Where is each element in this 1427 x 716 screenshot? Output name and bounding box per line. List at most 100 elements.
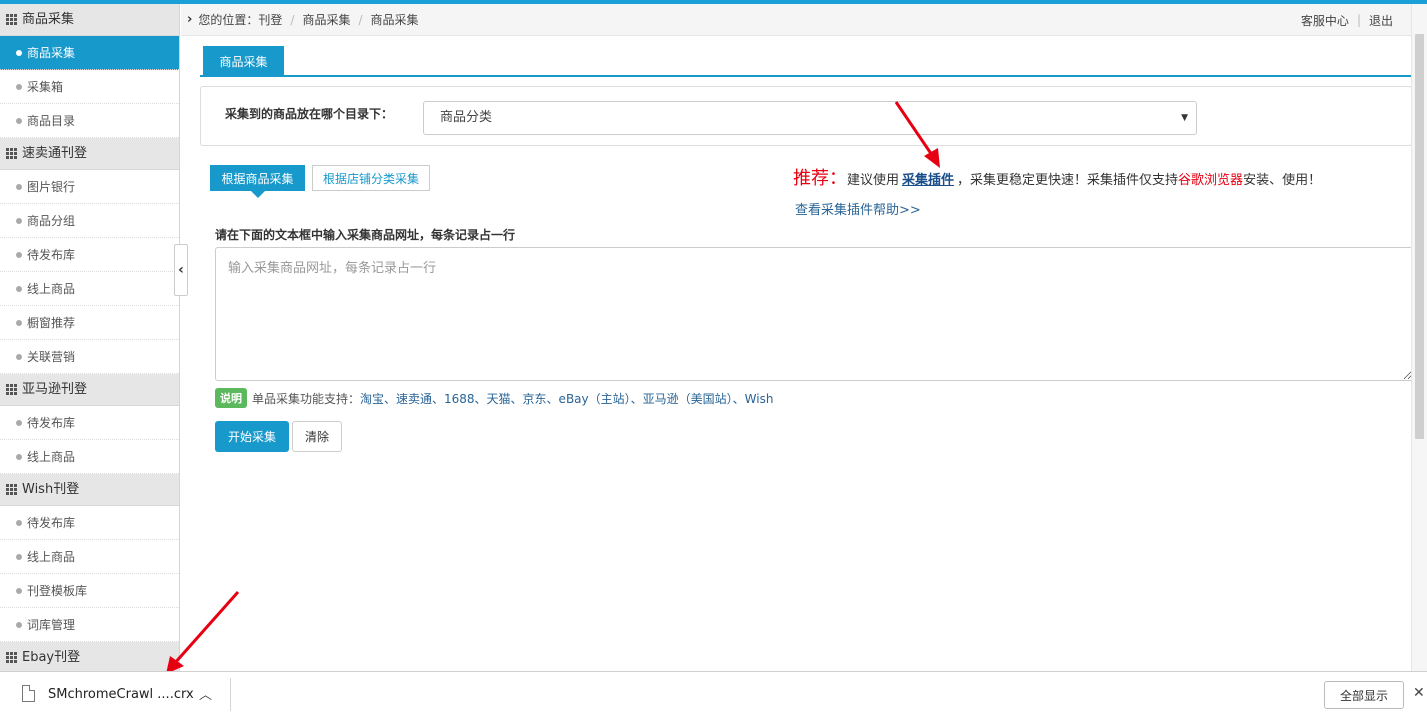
grid-icon: [6, 652, 17, 663]
start-collect-button[interactable]: 开始采集: [215, 421, 289, 452]
sidebar-item-label: 关联营销: [27, 349, 76, 364]
download-divider: [230, 678, 231, 711]
url-textarea[interactable]: [215, 247, 1413, 381]
bullet-icon: [16, 83, 22, 90]
sidebar-item-product-group[interactable]: 商品分组: [0, 204, 179, 238]
sidebar-item-collect-box[interactable]: 采集箱: [0, 70, 179, 104]
sidebar-group-amazon[interactable]: 亚马逊刊登: [0, 374, 179, 406]
sidebar-item-label: 词库管理: [27, 617, 76, 632]
scrollbar-thumb[interactable]: [1415, 34, 1424, 439]
sidebar-item-label: 线上商品: [27, 549, 76, 564]
bullet-icon: [16, 285, 22, 292]
sidebar-item-label: 采集箱: [27, 79, 64, 94]
chevron-left-icon: ‹: [178, 262, 184, 278]
plugin-help-link[interactable]: 查看采集插件帮助>>: [795, 199, 921, 218]
tab-strip: 商品采集: [200, 46, 1412, 77]
recommend-title: 推荐：: [793, 168, 847, 189]
file-icon: [22, 685, 35, 702]
sidebar-item-label: 待发布库: [27, 415, 76, 430]
sidebar-item-related-marketing[interactable]: 关联营销: [0, 340, 179, 374]
breadcrumb-item-collect[interactable]: 商品采集: [302, 11, 350, 28]
sidebar-group-aliexpress[interactable]: 速卖通刊登: [0, 138, 179, 170]
note-row: 说明 单品采集功能支持： 淘宝、速卖通、1688、天猫、京东、eBay（主站）、…: [215, 388, 773, 408]
sidebar-item-wish-keywords[interactable]: 词库管理: [0, 608, 179, 642]
breadcrumb-prefix: 您的位置：: [198, 13, 259, 27]
bullet-icon: [16, 453, 22, 460]
chrome-browser-text: 谷歌浏览器: [1178, 173, 1244, 188]
grid-icon: [6, 484, 17, 495]
sidebar-item-online-products[interactable]: 线上商品: [0, 272, 179, 306]
bullet-icon: [16, 251, 22, 258]
bullet-icon: [16, 353, 22, 360]
chevron-up-icon[interactable]: ︿: [199, 684, 212, 703]
breadcrumb-separator: /: [290, 12, 295, 27]
sidebar-item-amazon-online[interactable]: 线上商品: [0, 440, 179, 474]
download-file-name[interactable]: SMchromeCrawl ....crx: [48, 687, 194, 702]
tab-product-collect[interactable]: 商品采集: [203, 46, 284, 76]
sidebar-item-label: 商品采集: [27, 45, 76, 60]
directory-select[interactable]: 商品分类 ▼: [423, 101, 1197, 135]
plugin-link[interactable]: 采集插件: [902, 169, 954, 188]
sidebar-group-label: 商品采集: [22, 11, 75, 27]
recommend-text-1: 建议使用: [847, 173, 900, 188]
note-badge: 说明: [215, 388, 247, 408]
chevron-right-icon: ›: [187, 12, 193, 27]
recommend-text-2: ，采集更稳定更快速！采集插件仅支持: [957, 173, 1179, 188]
directory-label: 采集到的商品放在哪个目录下：: [225, 107, 394, 121]
directory-select-value: 商品分类: [440, 110, 493, 125]
sidebar-item-window-recommend[interactable]: 橱窗推荐: [0, 306, 179, 340]
header-separator: |: [1356, 13, 1361, 27]
caret-down-icon: ▼: [1181, 113, 1188, 123]
sidebar-item-product-catalog[interactable]: 商品目录: [0, 104, 179, 138]
sidebar-group-ebay[interactable]: Ebay刊登: [0, 642, 179, 671]
grid-icon: [6, 384, 17, 395]
breadcrumb: › 您的位置： 刊登 / 商品采集 / 商品采集 客服中心 | 退出: [181, 4, 1411, 36]
breadcrumb-separator: /: [358, 12, 363, 27]
grid-icon: [6, 14, 17, 25]
collect-by-store-button[interactable]: 根据店铺分类采集: [312, 165, 430, 191]
breadcrumb-item-current: 商品采集: [370, 13, 419, 27]
bullet-icon: [16, 319, 22, 326]
sidebar-item-wish-online[interactable]: 线上商品: [0, 540, 179, 574]
collect-by-product-button[interactable]: 根据商品采集: [210, 165, 305, 198]
header-links: 客服中心 | 退出: [1301, 4, 1393, 36]
bullet-icon: [16, 217, 22, 224]
sidebar-item-label: 橱窗推荐: [27, 315, 76, 330]
bullet-icon: [16, 419, 22, 426]
sidebar-item-pending-publish[interactable]: 待发布库: [0, 238, 179, 272]
sidebar-group-collect[interactable]: 商品采集: [0, 4, 179, 36]
sidebar-group-label: Ebay刊登: [22, 649, 81, 665]
note-sites: 淘宝、速卖通、1688、天猫、京东、eBay（主站）、亚马逊（美国站）、Wish: [360, 391, 774, 406]
sidebar-item-label: 待发布库: [27, 515, 76, 530]
sidebar-group-label: 亚马逊刊登: [22, 381, 88, 397]
sidebar-item-label: 图片银行: [27, 179, 76, 194]
plugin-recommendation: 推荐： 建议使用 采集插件 ，采集更稳定更快速！采集插件仅支持 谷歌浏览器 安装…: [793, 164, 1321, 190]
breadcrumb-item-listing[interactable]: 刊登: [258, 11, 282, 28]
directory-panel: 采集到的商品放在哪个目录下： 商品分类 ▼: [200, 86, 1412, 146]
download-bar: SMchromeCrawl ....crx ︿ 全部显示 ✕: [0, 671, 1427, 716]
bullet-icon: [16, 49, 22, 56]
sidebar-item-wish-pending[interactable]: 待发布库: [0, 506, 179, 540]
sidebar-item-image-bank[interactable]: 图片银行: [0, 170, 179, 204]
sidebar-group-wish[interactable]: Wish刊登: [0, 474, 179, 506]
bullet-icon: [16, 587, 22, 594]
sidebar-item-product-collect[interactable]: 商品采集: [0, 36, 179, 70]
clear-button[interactable]: 清除: [292, 421, 342, 452]
sidebar-item-label: 商品目录: [27, 113, 76, 128]
bullet-icon: [16, 553, 22, 560]
sidebar-item-label: 待发布库: [27, 247, 76, 262]
sidebar-item-label: 商品分组: [27, 213, 76, 228]
close-icon[interactable]: ✕: [1413, 685, 1425, 701]
show-all-downloads-button[interactable]: 全部显示: [1324, 681, 1404, 709]
sidebar-item-amazon-pending[interactable]: 待发布库: [0, 406, 179, 440]
collapse-sidebar-button[interactable]: ‹: [174, 244, 188, 296]
bullet-icon: [16, 117, 22, 124]
sidebar-item-label: 刊登模板库: [27, 583, 88, 598]
customer-service-link[interactable]: 客服中心: [1301, 12, 1349, 29]
sidebar-item-wish-templates[interactable]: 刊登模板库: [0, 574, 179, 608]
vertical-scrollbar[interactable]: [1411, 4, 1427, 671]
url-input-label: 请在下面的文本框中输入采集商品网址，每条记录占一行: [215, 228, 516, 242]
bullet-icon: [16, 519, 22, 526]
recommend-text-3: 安装、使用！: [1243, 173, 1322, 188]
logout-link[interactable]: 退出: [1369, 12, 1393, 29]
